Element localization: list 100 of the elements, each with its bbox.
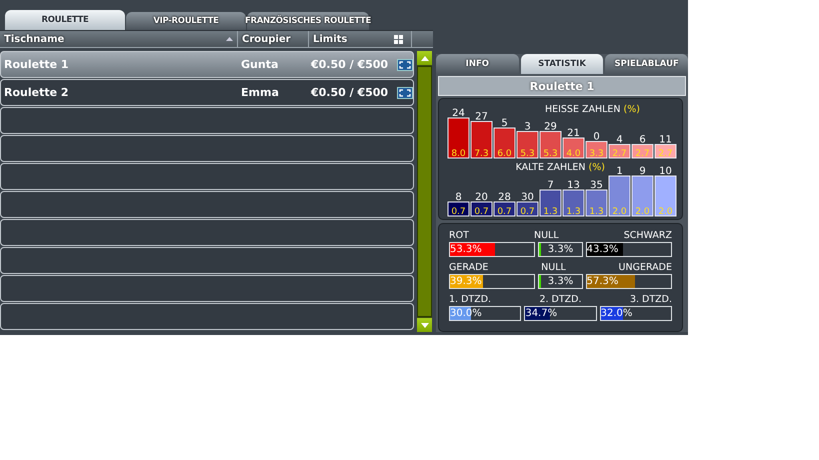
bar <box>608 144 630 158</box>
value-label: 1.3 <box>589 207 604 217</box>
stat-value: 34.7% <box>525 308 558 319</box>
bar <box>562 190 584 216</box>
stat-label: NULL <box>534 230 559 242</box>
bar <box>632 176 654 216</box>
table-row[interactable]: Roulette 2 Emma €0.50 / €500 <box>0 79 414 106</box>
value-label: 6.0 <box>497 149 512 159</box>
bar <box>448 118 470 158</box>
bar <box>470 202 492 216</box>
number-label: 30 <box>521 192 534 203</box>
stat-label: 1. DTZD. <box>449 294 492 306</box>
value-label: 2.7 <box>635 149 650 159</box>
value-label: 2.0 <box>612 207 627 217</box>
number-label: 5 <box>501 118 508 129</box>
number-label: 8 <box>455 192 462 203</box>
tab[interactable]: INFO <box>436 54 519 74</box>
column-header[interactable]: Limits <box>309 31 412 47</box>
stat-value: 39.3% <box>450 276 482 287</box>
number-label: 13 <box>567 180 580 191</box>
number-label: 11 <box>659 134 672 146</box>
number-label: 29 <box>544 122 557 132</box>
number-label: 27 <box>475 112 488 122</box>
value-label: 1.3 <box>543 207 558 217</box>
up-arrow-icon <box>420 56 428 60</box>
bar <box>494 202 516 216</box>
stat-label: GERADE <box>449 262 488 274</box>
value-label: 2.7 <box>658 149 673 159</box>
value-label: 2.0 <box>635 207 650 217</box>
value-label: 8.0 <box>451 149 466 159</box>
number-label: 28 <box>498 192 511 203</box>
value-label: 2.0 <box>658 207 673 217</box>
table-cell-text: €0.50 / €500 <box>311 86 390 99</box>
number-label: 21 <box>567 128 580 139</box>
number-label: 4 <box>616 134 623 146</box>
value-label: 4.0 <box>566 149 581 159</box>
value-label: 1.3 <box>566 207 581 217</box>
bar <box>654 144 676 158</box>
number-label: 1 <box>616 166 623 177</box>
bar <box>654 176 676 216</box>
number-label: 24 <box>452 108 465 119</box>
number-label: 9 <box>639 166 646 177</box>
fullscreen-icon[interactable] <box>397 86 413 98</box>
value-label: 0.7 <box>474 207 489 217</box>
fullscreen-icon[interactable] <box>397 58 413 70</box>
table-cell-text: Gunta <box>241 58 280 71</box>
bar <box>448 202 470 216</box>
table-cell-text: Emma <box>241 86 280 99</box>
stat-value: 53.3% <box>450 244 482 255</box>
tab[interactable]: VIP-ROULETTE <box>126 12 246 30</box>
number-label: 7 <box>547 180 554 191</box>
bar <box>632 144 654 158</box>
tab[interactable]: STATISTIK <box>520 54 604 74</box>
stat-label: NULL <box>541 262 566 274</box>
stat-label: ROT <box>449 230 469 242</box>
value-label: 5.3 <box>543 149 558 159</box>
table-cell-text: Roulette 1 <box>4 58 70 71</box>
number-label: 20 <box>475 192 488 203</box>
column-header[interactable]: Tischname <box>0 31 238 47</box>
table-row[interactable]: Roulette 1 Gunta €0.50 / €500 <box>0 51 414 78</box>
value-label: 0.7 <box>451 207 466 217</box>
bar <box>586 141 608 158</box>
value-label: 2.7 <box>612 149 627 159</box>
stat-value: 3.3% <box>548 244 574 255</box>
value-label: 0.7 <box>497 207 512 217</box>
table-title: Roulette 1 <box>438 76 686 96</box>
stat-label: 2. DTZD. <box>539 294 582 306</box>
tab[interactable]: ROULETTE <box>5 10 125 30</box>
stat-label: 3. DTZD. <box>630 294 672 306</box>
value-label: 0.7 <box>520 207 535 217</box>
number-label: 6 <box>639 134 646 146</box>
grid-icon[interactable] <box>394 34 403 44</box>
scroll-down-button[interactable] <box>417 318 432 332</box>
chart-title: KALTE ZAHLEN (%) <box>516 162 605 173</box>
bar <box>540 131 562 158</box>
number-label: 3 <box>524 122 531 132</box>
value-label: 7.3 <box>474 149 489 159</box>
scrollbar[interactable] <box>417 51 432 332</box>
table-cell-text: €0.50 / €500 <box>311 58 390 71</box>
bar <box>562 138 584 158</box>
bar <box>470 121 492 158</box>
stat-label: UNGERADE <box>618 262 672 274</box>
stat-value: 57.3% <box>586 276 618 287</box>
bar <box>494 128 516 158</box>
number-label: 35 <box>590 180 603 191</box>
stat-value: 3.3% <box>548 276 574 287</box>
table-cell-text: Roulette 2 <box>4 86 70 99</box>
bar <box>516 131 538 158</box>
value-label: 5.3 <box>520 149 535 159</box>
tab[interactable]: SPIELABLAUF <box>605 54 688 74</box>
column-header[interactable]: Croupier <box>238 31 309 47</box>
down-arrow-icon <box>420 322 428 328</box>
tab[interactable]: FRANZÖSISCHES ROULETTE <box>247 12 369 30</box>
number-label: 0 <box>593 132 600 142</box>
scroll-up-button[interactable] <box>417 51 432 65</box>
stat-value: 43.3% <box>586 244 618 255</box>
stat-label: SCHWARZ <box>624 230 672 242</box>
value-label: 3.3 <box>589 149 604 159</box>
number-label: 10 <box>659 166 672 177</box>
chart-title: HEISSE ZAHLEN (%) <box>544 104 640 115</box>
